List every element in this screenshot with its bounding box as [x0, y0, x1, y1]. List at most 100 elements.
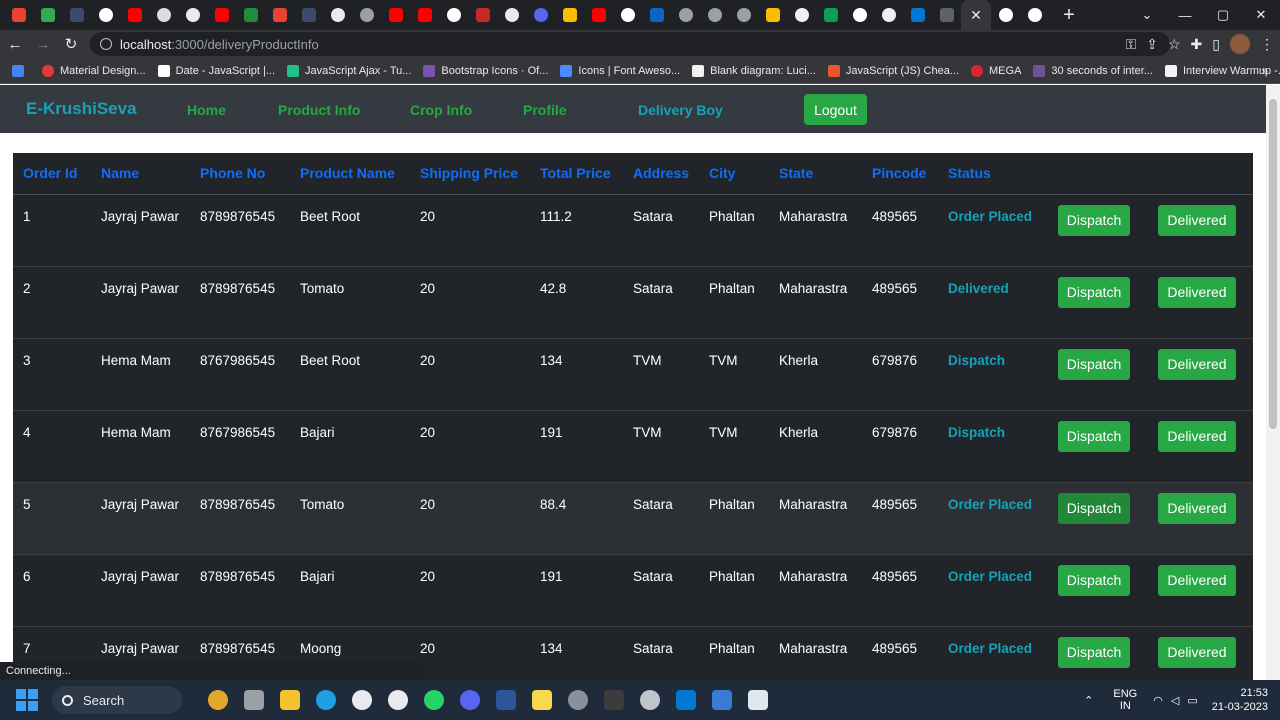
- bookmark-star-icon[interactable]: ☆: [1168, 36, 1181, 53]
- logout-button[interactable]: Logout: [804, 94, 867, 125]
- windows-start-button[interactable]: [16, 689, 38, 711]
- delivered-button[interactable]: Delivered: [1158, 276, 1236, 308]
- bookmark-item[interactable]: MEGA: [971, 64, 1021, 77]
- tab-globe-4[interactable]: [729, 0, 758, 30]
- tab-globe-2[interactable]: [671, 0, 700, 30]
- minimize-button[interactable]: —: [1166, 8, 1204, 23]
- tab-active-close[interactable]: ✕: [961, 0, 991, 30]
- tab-google-2[interactable]: [439, 0, 468, 30]
- tab-drive-2[interactable]: [758, 0, 787, 30]
- close-window-button[interactable]: ✕: [1242, 7, 1280, 23]
- taskbar-word[interactable]: [488, 680, 524, 720]
- delivered-button[interactable]: Delivered: [1158, 492, 1236, 524]
- tab-doc[interactable]: [816, 0, 845, 30]
- taskbar-paint[interactable]: [740, 680, 776, 720]
- taskbar-vscode[interactable]: [668, 680, 704, 720]
- wifi-icon[interactable]: ◠: [1153, 694, 1163, 707]
- tab-hackmd[interactable]: [62, 0, 91, 30]
- new-tab-button[interactable]: +: [1053, 0, 1085, 30]
- tab-hackmd-2[interactable]: [294, 0, 323, 30]
- dispatch-button[interactable]: Dispatch: [1058, 636, 1130, 668]
- tab-google[interactable]: [91, 0, 120, 30]
- clock[interactable]: 21:53 21-03-2023: [1212, 686, 1268, 714]
- tab-azure[interactable]: [903, 0, 932, 30]
- taskbar-settings-2[interactable]: [632, 680, 668, 720]
- share-icon[interactable]: ⇪: [1146, 36, 1158, 53]
- taskbar-chrome-2[interactable]: [380, 680, 416, 720]
- tab-discord[interactable]: [526, 0, 555, 30]
- nav-product-info[interactable]: Product Info: [278, 102, 360, 118]
- bookmark-apps[interactable]: [12, 64, 30, 77]
- menu-icon[interactable]: ⋮: [1260, 36, 1274, 53]
- brand-logo[interactable]: E-KrushiSeva: [26, 99, 137, 119]
- tab-youtube-5[interactable]: [584, 0, 613, 30]
- dispatch-button[interactable]: Dispatch: [1058, 420, 1130, 452]
- tab-linkedin[interactable]: [642, 0, 671, 30]
- tab-sheets[interactable]: [33, 0, 62, 30]
- taskbar-settings[interactable]: [560, 680, 596, 720]
- forward-button[interactable]: →: [30, 31, 56, 57]
- tab-google-3[interactable]: [613, 0, 642, 30]
- dispatch-button[interactable]: Dispatch: [1058, 564, 1130, 596]
- taskbar-edge[interactable]: [308, 680, 344, 720]
- chevron-down-icon[interactable]: ⌄: [1128, 7, 1166, 23]
- address-bar[interactable]: localhost :3000/deliveryProductInfo: [90, 32, 1170, 56]
- tab-settings[interactable]: [149, 0, 178, 30]
- tab-google-5[interactable]: [991, 0, 1020, 30]
- site-info-icon[interactable]: [100, 38, 112, 50]
- bookmarks-overflow-button[interactable]: »: [1261, 64, 1268, 78]
- side-panel-icon[interactable]: ▯: [1212, 36, 1220, 53]
- scrollbar-thumb[interactable]: [1269, 99, 1277, 429]
- page-scrollbar[interactable]: [1266, 85, 1280, 680]
- tab-google-6[interactable]: [1020, 0, 1049, 30]
- delivered-button[interactable]: Delivered: [1158, 204, 1236, 236]
- tab-chrome-3[interactable]: [497, 0, 526, 30]
- tab-chrome-2[interactable]: [323, 0, 352, 30]
- taskbar-whatsapp[interactable]: [416, 680, 452, 720]
- tab-gmail[interactable]: [4, 0, 33, 30]
- tab-google-4[interactable]: [845, 0, 874, 30]
- bookmark-item[interactable]: Icons | Font Aweso...: [560, 64, 680, 77]
- delivered-button[interactable]: Delivered: [1158, 564, 1236, 596]
- tab-chrome[interactable]: [178, 0, 207, 30]
- taskbar-sticky-notes[interactable]: [524, 680, 560, 720]
- bookmark-item[interactable]: JavaScript Ajax - Tu...: [287, 64, 411, 77]
- tab-pen[interactable]: [468, 0, 497, 30]
- taskbar-snipping[interactable]: [704, 680, 740, 720]
- back-button[interactable]: ←: [2, 31, 28, 57]
- tray-overflow-icon[interactable]: ⌃: [1084, 694, 1093, 707]
- tab-drive[interactable]: [555, 0, 584, 30]
- tab-youtube-2[interactable]: [207, 0, 236, 30]
- taskbar-explorer[interactable]: [272, 680, 308, 720]
- delivered-button[interactable]: Delivered: [1158, 636, 1236, 668]
- tab-gmail-2[interactable]: [265, 0, 294, 30]
- tab-globe[interactable]: [352, 0, 381, 30]
- tab-page[interactable]: [932, 0, 961, 30]
- tab-youtube-4[interactable]: [410, 0, 439, 30]
- delivered-button[interactable]: Delivered: [1158, 420, 1236, 452]
- taskbar-search[interactable]: Search: [52, 686, 182, 714]
- dispatch-button[interactable]: Dispatch: [1058, 204, 1130, 236]
- taskbar-task-view[interactable]: [236, 680, 272, 720]
- bookmark-item[interactable]: Material Design...: [42, 64, 146, 77]
- dispatch-button[interactable]: Dispatch: [1058, 276, 1130, 308]
- bookmark-item[interactable]: Blank diagram: Luci...: [692, 64, 816, 77]
- bookmark-item[interactable]: Bootstrap Icons · Of...: [423, 64, 548, 77]
- taskbar-terminal[interactable]: [596, 680, 632, 720]
- nav-delivery-boy[interactable]: Delivery Boy: [638, 102, 723, 118]
- maximize-button[interactable]: ▢: [1204, 7, 1242, 23]
- reload-button[interactable]: ↻: [58, 31, 84, 57]
- tab-app[interactable]: [236, 0, 265, 30]
- battery-icon[interactable]: ▭: [1187, 694, 1197, 707]
- taskbar-chrome[interactable]: [344, 680, 380, 720]
- tab-youtube[interactable]: [120, 0, 149, 30]
- bookmark-item[interactable]: 30 seconds of inter...: [1033, 64, 1153, 77]
- bookmark-item[interactable]: JavaScript (JS) Chea...: [827, 64, 959, 77]
- taskbar-widgets[interactable]: [200, 680, 236, 720]
- language-indicator[interactable]: ENG IN: [1113, 688, 1137, 712]
- tab-globe-3[interactable]: [700, 0, 729, 30]
- nav-crop-info[interactable]: Crop Info: [410, 102, 472, 118]
- dispatch-button[interactable]: Dispatch: [1058, 348, 1130, 380]
- profile-avatar[interactable]: [1230, 34, 1250, 54]
- tab-github[interactable]: [787, 0, 816, 30]
